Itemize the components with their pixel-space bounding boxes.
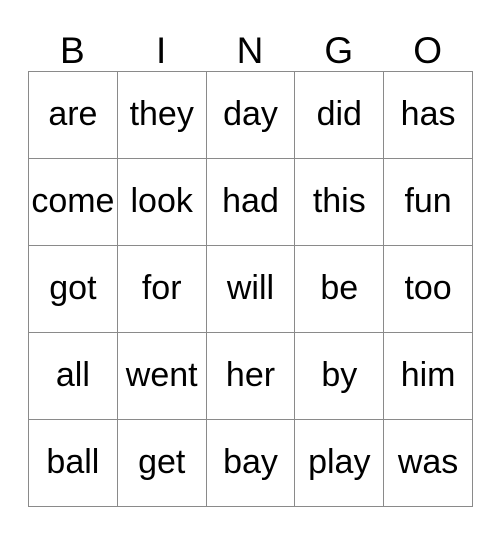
bingo-header-letter-g: G bbox=[324, 30, 354, 71]
bingo-cell-label: this bbox=[312, 182, 366, 220]
bingo-cell[interactable]: ball bbox=[29, 420, 118, 507]
bingo-cell[interactable]: all bbox=[29, 333, 118, 420]
bingo-cell[interactable]: got bbox=[29, 246, 118, 333]
bingo-row: all went her by him bbox=[29, 333, 473, 420]
bingo-cell[interactable]: her bbox=[206, 333, 296, 420]
bingo-cell[interactable]: has bbox=[384, 72, 473, 159]
bingo-row: come look had this fun bbox=[29, 159, 473, 246]
bingo-cell[interactable]: fun bbox=[384, 159, 473, 246]
bingo-cell-label: too bbox=[404, 269, 452, 307]
bingo-cell[interactable]: this bbox=[295, 159, 385, 246]
bingo-cell[interactable]: look bbox=[117, 159, 207, 246]
bingo-cell-label: will bbox=[226, 269, 275, 307]
bingo-cell[interactable]: did bbox=[295, 72, 385, 159]
bingo-header-letter-i: I bbox=[156, 30, 167, 71]
bingo-cell[interactable]: are bbox=[29, 72, 118, 159]
bingo-cell[interactable]: him bbox=[384, 333, 473, 420]
bingo-cell-label: be bbox=[320, 269, 359, 307]
bingo-cell[interactable]: went bbox=[117, 333, 207, 420]
bingo-cell[interactable]: day bbox=[206, 72, 296, 159]
bingo-cell-label: was bbox=[397, 443, 459, 481]
bingo-cell[interactable]: too bbox=[384, 246, 473, 333]
bingo-cell-label: look bbox=[130, 182, 193, 220]
bingo-card: B I N G O are they day did has come look… bbox=[28, 20, 473, 507]
bingo-row: are they day did has bbox=[29, 72, 473, 159]
bingo-cell[interactable]: they bbox=[117, 72, 207, 159]
bingo-cell[interactable]: come bbox=[29, 159, 118, 246]
bingo-cell-label: are bbox=[48, 95, 98, 133]
bingo-cell-label: went bbox=[125, 356, 198, 394]
bingo-cell-label: by bbox=[321, 356, 358, 394]
bingo-header-letter-o: O bbox=[413, 30, 442, 71]
bingo-cell[interactable]: get bbox=[117, 420, 207, 507]
bingo-cell[interactable]: bay bbox=[206, 420, 296, 507]
bingo-cell-label: bay bbox=[223, 443, 278, 481]
bingo-cell[interactable]: for bbox=[117, 246, 207, 333]
bingo-header-letter-n: N bbox=[236, 30, 264, 71]
bingo-cell-label: ball bbox=[46, 443, 100, 481]
bingo-cell-label: all bbox=[55, 356, 90, 394]
bingo-cell-label: get bbox=[138, 443, 186, 481]
bingo-cell-label: had bbox=[222, 182, 279, 220]
bingo-cell-label: him bbox=[400, 356, 456, 394]
bingo-cell[interactable]: play bbox=[295, 420, 385, 507]
bingo-cell-label: come bbox=[31, 182, 115, 220]
bingo-cell-label: play bbox=[308, 443, 371, 481]
bingo-cell-label: got bbox=[49, 269, 97, 307]
bingo-header-row: B I N G O bbox=[28, 20, 472, 71]
bingo-row: ball get bay play was bbox=[29, 420, 473, 507]
bingo-grid: are they day did has come look had this … bbox=[28, 71, 473, 507]
bingo-cell-label: day bbox=[223, 95, 278, 133]
bingo-cell[interactable]: be bbox=[295, 246, 385, 333]
bingo-cell-label: for bbox=[141, 269, 182, 307]
bingo-cell[interactable]: was bbox=[384, 420, 473, 507]
bingo-cell-label: fun bbox=[404, 182, 452, 220]
bingo-header-letter-b: B bbox=[60, 30, 85, 71]
bingo-cell[interactable]: by bbox=[295, 333, 385, 420]
bingo-cell[interactable]: will bbox=[206, 246, 296, 333]
bingo-row: got for will be too bbox=[29, 246, 473, 333]
bingo-cell-label: has bbox=[400, 95, 456, 133]
bingo-cell-label: her bbox=[225, 356, 276, 394]
bingo-cell-label: did bbox=[316, 95, 362, 133]
bingo-cell[interactable]: had bbox=[206, 159, 296, 246]
bingo-cell-label: they bbox=[129, 95, 194, 133]
